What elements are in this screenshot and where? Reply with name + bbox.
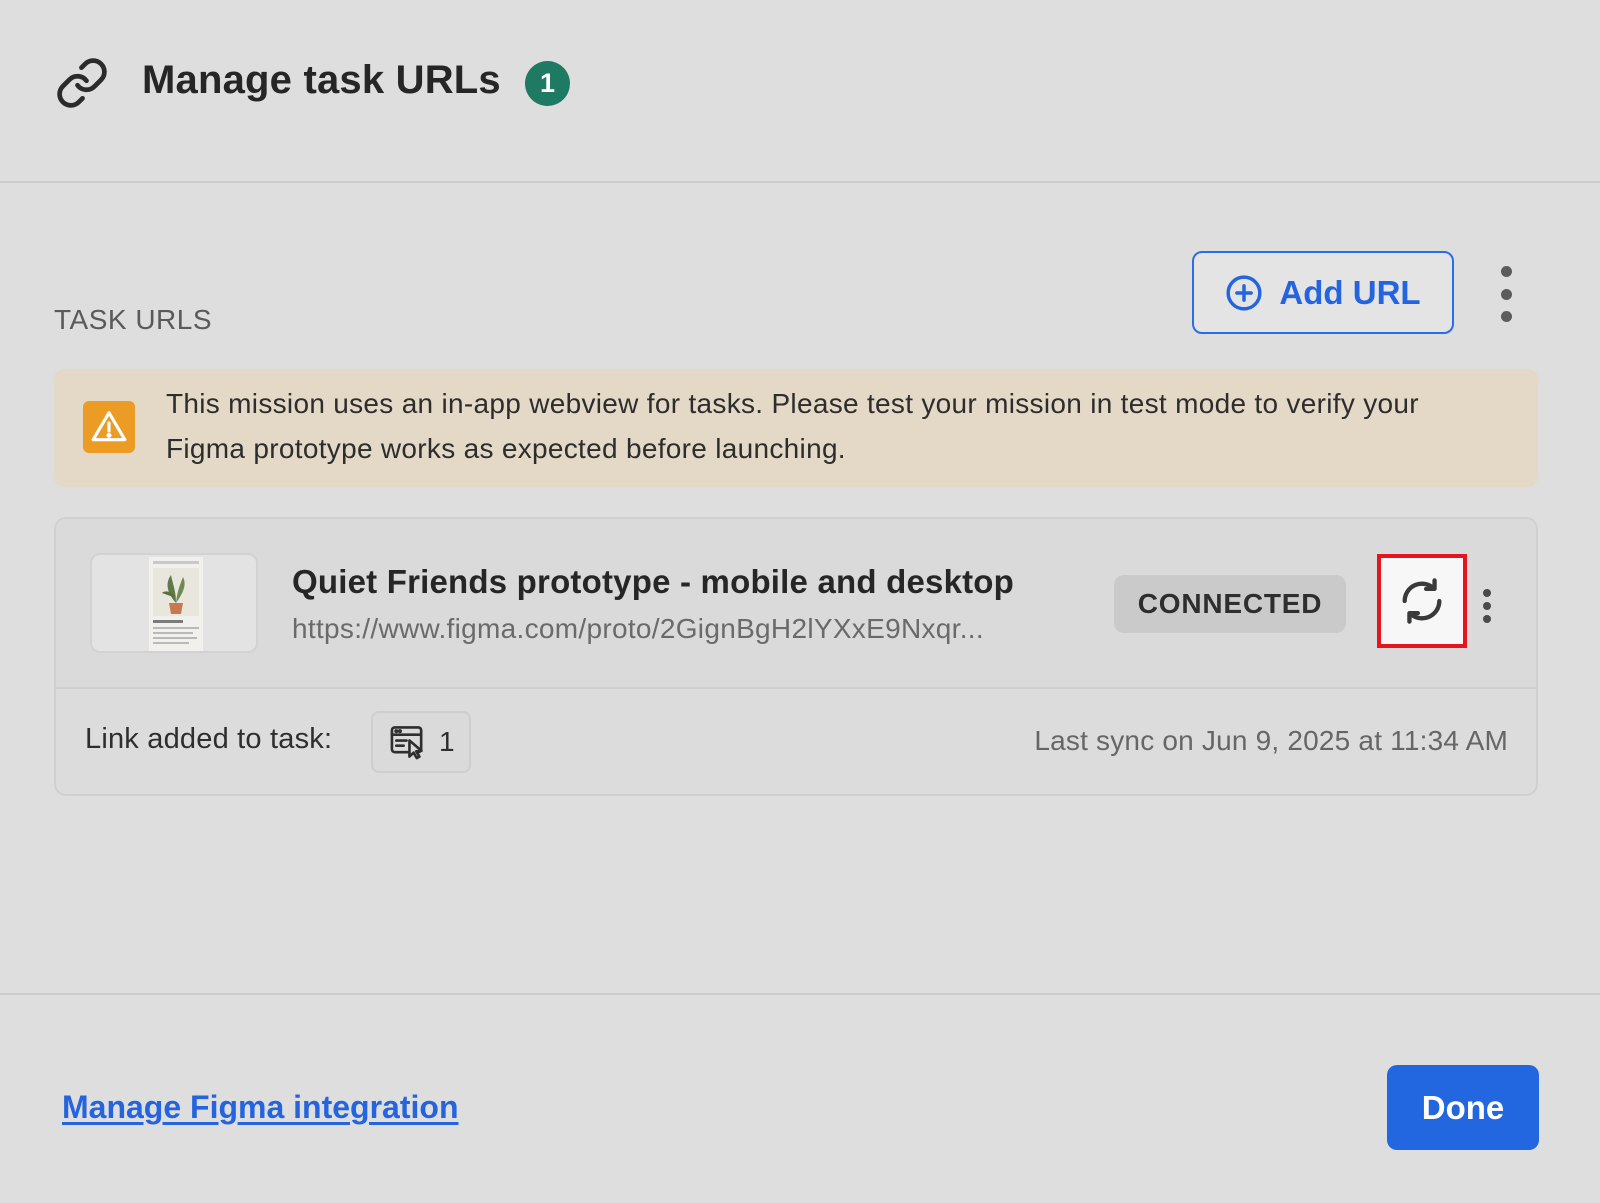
- task-url-card-footer: Link added to task: 1 Last sync on Jun 9…: [56, 689, 1536, 794]
- manage-figma-integration-link[interactable]: Manage Figma integration: [62, 1089, 458, 1126]
- page-title: Manage task URLs: [142, 58, 501, 102]
- prototype-thumbnail: [90, 553, 258, 653]
- sync-button[interactable]: [1377, 554, 1467, 648]
- url-count-badge: 1: [525, 61, 570, 106]
- item-more-options-icon[interactable]: [1477, 589, 1497, 623]
- link-icon: [57, 58, 107, 108]
- dialog-footer: Manage Figma integration Done: [0, 993, 1600, 1203]
- more-options-icon[interactable]: [1494, 266, 1518, 322]
- prototype-url: https://www.figma.com/proto/2GignBgH2lYX…: [292, 613, 984, 644]
- warning-text: This mission uses an in-app webview for …: [166, 388, 1419, 464]
- webview-warning-banner: This mission uses an in-app webview for …: [54, 369, 1538, 487]
- section-label: TASK URLS: [54, 304, 213, 335]
- last-sync-text: Last sync on Jun 9, 2025 at 11:34 AM: [1034, 725, 1508, 756]
- link-added-label: Link added to task:: [85, 723, 333, 755]
- add-url-button[interactable]: Add URL: [1192, 251, 1454, 334]
- task-url-card-header: Quiet Friends prototype - mobile and des…: [56, 519, 1536, 689]
- dialog-header: Manage task URLs 1: [0, 0, 1600, 183]
- plus-circle-icon: [1226, 274, 1262, 311]
- manage-task-urls-dialog: Manage task URLs 1 TASK URLS Add URL Thi…: [0, 0, 1600, 1203]
- done-button[interactable]: Done: [1387, 1065, 1539, 1150]
- task-count: 1: [439, 726, 455, 757]
- status-badge: CONNECTED: [1114, 575, 1346, 633]
- task-count-chip[interactable]: 1: [371, 711, 471, 773]
- add-url-label: Add URL: [1279, 273, 1421, 311]
- refresh-icon: [1402, 578, 1442, 624]
- warning-icon: [83, 401, 135, 453]
- prototype-name: Quiet Friends prototype - mobile and des…: [292, 563, 1015, 600]
- task-window-icon: [390, 726, 423, 760]
- task-url-card: Quiet Friends prototype - mobile and des…: [54, 517, 1538, 796]
